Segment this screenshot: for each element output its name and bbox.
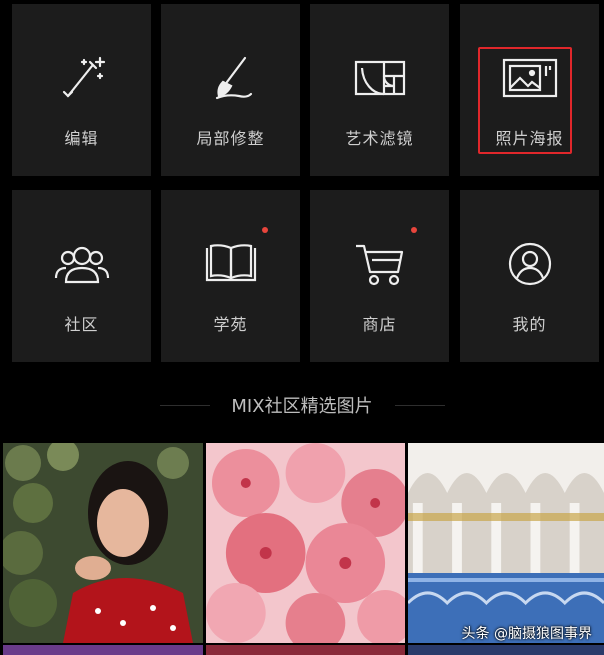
highlight-box xyxy=(478,47,572,154)
tool-edit[interactable]: 编辑 xyxy=(12,4,151,176)
nav-academy[interactable]: 学苑 xyxy=(161,190,300,362)
mosque-photo[interactable] xyxy=(408,443,604,643)
community-icon xyxy=(12,238,151,290)
nav-mine[interactable]: 我的 xyxy=(460,190,599,362)
nav-academy-label: 学苑 xyxy=(213,315,248,334)
cherry-blossom-photo[interactable] xyxy=(206,443,405,643)
golden-ratio-filter-icon xyxy=(310,52,449,104)
section-divider-right xyxy=(395,405,445,406)
profile-icon xyxy=(460,238,599,290)
nav-community-label: 社区 xyxy=(64,315,99,334)
tool-art-filter[interactable]: 艺术滤镜 xyxy=(310,4,449,176)
tool-edit-label: 编辑 xyxy=(64,129,99,148)
tool-art-filter-label: 艺术滤镜 xyxy=(345,129,414,148)
section-title: MIX社区精选图片 xyxy=(231,396,373,417)
next-row-photo-strip xyxy=(3,645,203,655)
cart-icon xyxy=(310,238,449,290)
nav-store-label: 商店 xyxy=(362,315,397,334)
next-row-photo-strip xyxy=(408,645,604,655)
nav-mine-label: 我的 xyxy=(512,315,547,334)
magic-wand-icon xyxy=(12,52,151,104)
brush-icon xyxy=(161,52,300,104)
watermark-text: 头条 @脑摄狼图事界 xyxy=(461,626,592,642)
tool-local-retouch-label: 局部修整 xyxy=(196,129,265,148)
book-icon xyxy=(161,238,300,290)
academy-badge xyxy=(262,227,268,233)
portrait-photo[interactable] xyxy=(3,443,203,643)
next-row-photo-strip xyxy=(206,645,405,655)
nav-store[interactable]: 商店 xyxy=(310,190,449,362)
nav-community[interactable]: 社区 xyxy=(12,190,151,362)
store-badge xyxy=(411,227,417,233)
tool-local-retouch[interactable]: 局部修整 xyxy=(161,4,300,176)
